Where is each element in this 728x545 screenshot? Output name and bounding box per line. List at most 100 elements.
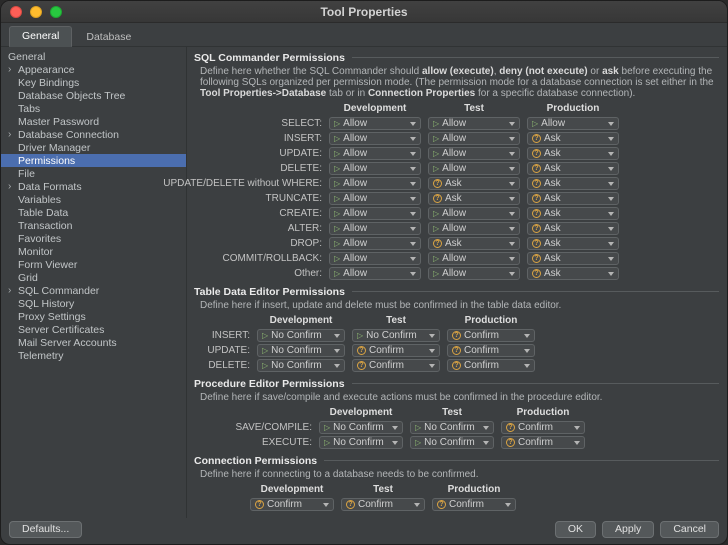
permission-dropdown[interactable]: ?Confirm <box>352 344 440 357</box>
permission-dropdown[interactable]: ?Ask <box>527 222 619 235</box>
sidebar-item-database-connection[interactable]: ›Database Connection <box>1 128 186 141</box>
permission-dropdown[interactable]: ?Ask <box>527 147 619 160</box>
chevron-down-icon <box>410 182 416 186</box>
permission-dropdown[interactable]: ?Ask <box>527 237 619 250</box>
permission-dropdown[interactable]: ?Confirm <box>447 359 535 372</box>
cancel-button[interactable]: Cancel <box>660 521 719 538</box>
sidebar-item-sql-history[interactable]: SQL History <box>1 297 186 310</box>
permission-dropdown[interactable]: ?Ask <box>527 267 619 280</box>
sidebar-item-mail-server-accounts[interactable]: Mail Server Accounts <box>1 336 186 349</box>
permission-dropdown[interactable]: ▷Allow <box>329 267 421 280</box>
permission-dropdown[interactable]: ?Ask <box>527 207 619 220</box>
permission-dropdown[interactable]: ?Confirm <box>501 421 585 434</box>
permission-dropdown[interactable]: ▷Allow <box>329 132 421 145</box>
permission-dropdown[interactable]: ?Ask <box>527 192 619 205</box>
permission-dropdown[interactable]: ▷Allow <box>428 147 520 160</box>
permission-dropdown[interactable]: ?Ask <box>428 177 520 190</box>
sidebar-item-general[interactable]: General <box>1 50 186 63</box>
permission-dropdown[interactable]: ▷Allow <box>329 177 421 190</box>
permission-dropdown[interactable]: ▷Allow <box>329 192 421 205</box>
permission-dropdown[interactable]: ▷Allow <box>329 162 421 175</box>
permission-dropdown[interactable]: ?Ask <box>527 252 619 265</box>
permission-dropdown[interactable]: ▷Allow <box>428 117 520 130</box>
sidebar-item-favorites[interactable]: Favorites <box>1 232 186 245</box>
permission-dropdown[interactable]: ▷Allow <box>428 222 520 235</box>
selected-value: No Confirm <box>424 437 475 448</box>
question-icon: ? <box>532 239 541 248</box>
minimize-button[interactable] <box>30 6 42 18</box>
permission-dropdown[interactable]: ▷No Confirm <box>319 436 403 449</box>
permission-dropdown[interactable]: ▷Allow <box>329 117 421 130</box>
apply-button[interactable]: Apply <box>602 521 654 538</box>
sidebar-item-server-certificates[interactable]: Server Certificates <box>1 323 186 336</box>
permission-dropdown[interactable]: ▷No Confirm <box>257 359 345 372</box>
permission-dropdown[interactable]: ▷Allow <box>329 222 421 235</box>
permission-dropdown[interactable]: ?Confirm <box>250 498 334 511</box>
expand-chevron-icon[interactable]: › <box>8 130 18 140</box>
sidebar-item-label: Master Password <box>18 116 99 128</box>
column-header-development: Development <box>257 314 345 327</box>
permission-dropdown[interactable]: ?Confirm <box>501 436 585 449</box>
sidebar-item-file[interactable]: File <box>1 167 186 180</box>
play-icon: ▷ <box>433 255 439 263</box>
sidebar-item-transaction[interactable]: Transaction <box>1 219 186 232</box>
section-header: SQL Commander Permissions <box>194 51 719 64</box>
permission-dropdown[interactable]: ▷Allow <box>428 207 520 220</box>
permission-dropdown[interactable]: ?Confirm <box>447 329 535 342</box>
permission-dropdown[interactable]: ▷Allow <box>428 132 520 145</box>
sidebar-item-tabs[interactable]: Tabs <box>1 102 186 115</box>
permission-dropdown[interactable]: ▷Allow <box>428 162 520 175</box>
sidebar-item-master-password[interactable]: Master Password <box>1 115 186 128</box>
sidebar-item-monitor[interactable]: Monitor <box>1 245 186 258</box>
permission-dropdown[interactable]: ▷Allow <box>329 147 421 160</box>
permission-dropdown[interactable]: ?Ask <box>428 237 520 250</box>
sidebar-item-database-objects-tree[interactable]: Database Objects Tree <box>1 89 186 102</box>
tab-general[interactable]: General <box>9 26 72 47</box>
expand-chevron-icon[interactable]: › <box>8 286 18 296</box>
permission-dropdown[interactable]: ▷No Confirm <box>352 329 440 342</box>
sidebar-item-form-viewer[interactable]: Form Viewer <box>1 258 186 271</box>
permission-dropdown[interactable]: ?Ask <box>527 177 619 190</box>
question-icon: ? <box>357 346 366 355</box>
permission-dropdown[interactable]: ?Confirm <box>352 359 440 372</box>
permission-dropdown[interactable]: ▷No Confirm <box>257 329 345 342</box>
permission-dropdown[interactable]: ▷No Confirm <box>319 421 403 434</box>
sidebar-item-permissions[interactable]: Permissions <box>1 154 186 167</box>
sidebar-item-telemetry[interactable]: Telemetry <box>1 349 186 362</box>
sidebar-item-key-bindings[interactable]: Key Bindings <box>1 76 186 89</box>
permission-dropdown[interactable]: ▷No Confirm <box>257 344 345 357</box>
sidebar-item-table-data[interactable]: Table Data <box>1 206 186 219</box>
permission-dropdown[interactable]: ▷Allow <box>329 237 421 250</box>
expand-chevron-icon[interactable]: › <box>8 182 18 192</box>
permission-dropdown[interactable]: ▷Allow <box>527 117 619 130</box>
permission-dropdown[interactable]: ?Confirm <box>432 498 516 511</box>
sidebar-item-variables[interactable]: Variables <box>1 193 186 206</box>
tab-database[interactable]: Database <box>73 27 144 47</box>
sidebar-item-grid[interactable]: Grid <box>1 271 186 284</box>
sidebar-item-appearance[interactable]: ›Appearance <box>1 63 186 76</box>
sidebar-item-driver-manager[interactable]: Driver Manager <box>1 141 186 154</box>
permission-dropdown[interactable]: ▷Allow <box>428 252 520 265</box>
permission-dropdown[interactable]: ?Confirm <box>447 344 535 357</box>
permission-dropdown[interactable]: ▷No Confirm <box>410 421 494 434</box>
permission-dropdown[interactable]: ?Ask <box>428 192 520 205</box>
permission-dropdown[interactable]: ?Confirm <box>341 498 425 511</box>
sidebar-item-proxy-settings[interactable]: Proxy Settings <box>1 310 186 323</box>
chevron-down-icon <box>392 441 398 445</box>
expand-chevron-icon[interactable]: › <box>8 65 18 75</box>
defaults-button[interactable]: Defaults... <box>9 521 82 538</box>
selected-value: Allow <box>343 208 367 219</box>
permission-dropdown[interactable]: ?Ask <box>527 162 619 175</box>
sidebar-item-data-formats[interactable]: ›Data Formats <box>1 180 186 193</box>
question-icon: ? <box>255 500 264 509</box>
permission-dropdown[interactable]: ▷Allow <box>329 207 421 220</box>
ok-button[interactable]: OK <box>555 521 596 538</box>
permission-dropdown[interactable]: ▷Allow <box>428 267 520 280</box>
sidebar-item-label: Driver Manager <box>18 142 90 154</box>
permission-dropdown[interactable]: ▷Allow <box>329 252 421 265</box>
sidebar-item-sql-commander[interactable]: ›SQL Commander <box>1 284 186 297</box>
permission-dropdown[interactable]: ?Ask <box>527 132 619 145</box>
close-button[interactable] <box>10 6 22 18</box>
permission-dropdown[interactable]: ▷No Confirm <box>410 436 494 449</box>
zoom-button[interactable] <box>50 6 62 18</box>
